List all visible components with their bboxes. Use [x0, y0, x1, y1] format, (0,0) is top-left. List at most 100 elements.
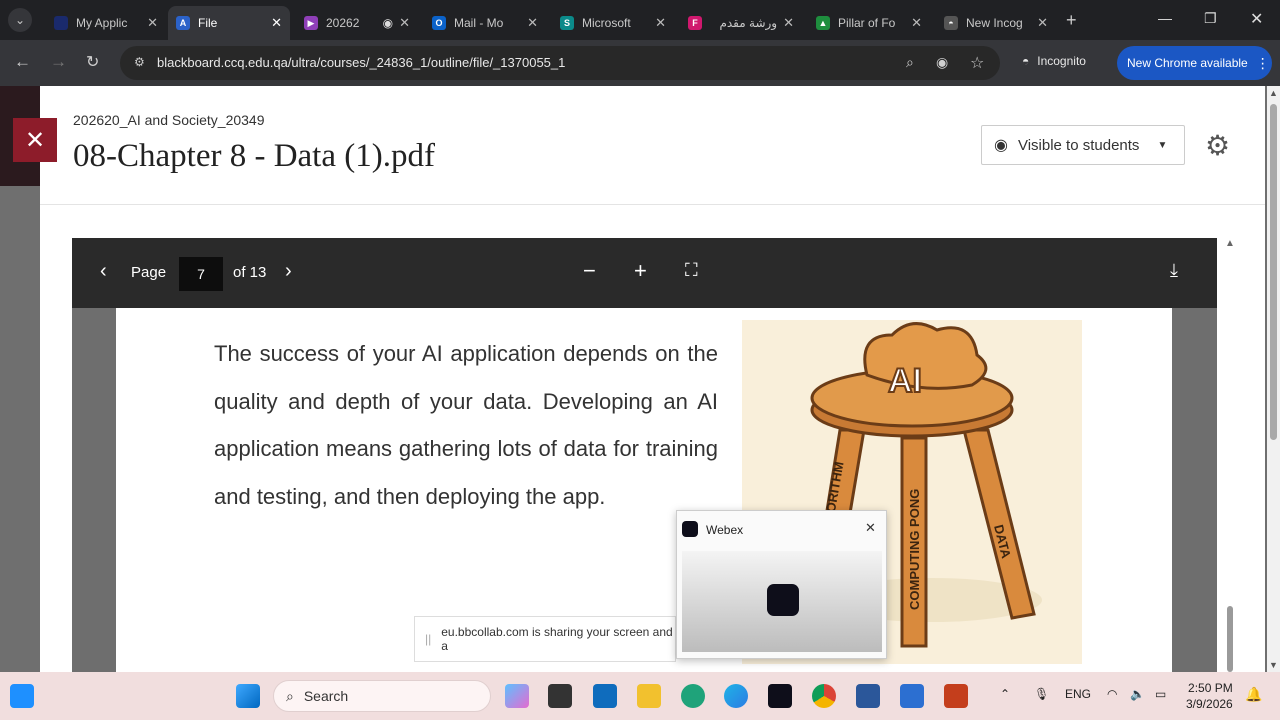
close-tab-icon[interactable]: ✕	[1037, 15, 1048, 31]
forms-favicon-icon: F	[688, 16, 702, 30]
minimize-icon[interactable]: —	[1158, 10, 1172, 26]
leg-middle-label: COMPUTING PONG	[907, 489, 922, 610]
previous-page-chevron-icon[interactable]: ‹	[100, 260, 107, 283]
gear-icon[interactable]: ⚙	[1205, 129, 1230, 162]
scroll-up-arrow-icon[interactable]: ▲	[1269, 88, 1278, 98]
taskbar-search[interactable]: ⌕ Search	[273, 680, 491, 712]
url-text[interactable]: blackboard.ccq.edu.qa/ultra/courses/_248…	[157, 55, 565, 70]
word-icon[interactable]	[856, 684, 880, 708]
viewer-scroll-thumb[interactable]	[1227, 606, 1233, 672]
file-explorer-icon[interactable]	[637, 684, 661, 708]
tab-microsoft[interactable]: S Microsoft ✕	[552, 6, 674, 40]
close-tab-icon[interactable]: ✕	[911, 15, 922, 31]
close-tab-icon[interactable]: ✕	[399, 15, 410, 31]
pdf-viewer: ‹ Page 7 of 13 › − + ⛶ ⤓ The success of …	[72, 238, 1217, 672]
show-hidden-icons-chevron-icon[interactable]: ⌃	[1000, 687, 1010, 701]
viewer-scrollbar[interactable]: ▲	[1223, 238, 1237, 672]
recording-icon: ◉	[382, 16, 394, 30]
close-tab-icon[interactable]: ✕	[783, 15, 794, 31]
next-page-chevron-icon[interactable]: ›	[285, 260, 292, 283]
course-name: 202620_AI and Society_20349	[73, 112, 265, 128]
fullscreen-icon[interactable]: ⛶	[685, 260, 698, 281]
scroll-down-arrow-icon[interactable]: ▼	[1269, 660, 1278, 670]
file-title: 08-Chapter 8 - Data (1).pdf	[73, 138, 435, 174]
page-number-input[interactable]: 7	[179, 257, 223, 291]
tab-favicon-icon: ▶	[304, 16, 318, 30]
language-indicator[interactable]: ENG	[1065, 687, 1091, 701]
windows-taskbar: ⌕ Search ⌃ 🎙 ENG ◠ 🔈 ▭ 2:50 PM 3/9/2026 …	[0, 672, 1280, 720]
site-settings-icon[interactable]: ⚙	[134, 55, 150, 71]
outlook-icon[interactable]	[593, 684, 617, 708]
page-scrollbar[interactable]: ▲ ▼	[1267, 86, 1280, 672]
copilot-icon[interactable]	[505, 684, 529, 708]
close-tab-icon[interactable]: ✕	[147, 15, 158, 31]
reload-icon[interactable]: ↻	[86, 52, 99, 72]
tracking-protection-eye-icon[interactable]: ◉	[936, 54, 948, 71]
clock-date: 3/9/2026	[1186, 697, 1233, 711]
drag-handle-icon[interactable]: ||	[425, 632, 431, 646]
tab-new-incognito[interactable]: ◓ New Incog ✕	[936, 6, 1056, 40]
tab-search-icon[interactable]: ⌄	[8, 8, 32, 32]
zoom-icon[interactable]: ⌕	[906, 54, 914, 71]
webex-preview-window[interactable]: Webex ✕	[676, 510, 887, 659]
notifications-bell-icon[interactable]: 🔔	[1245, 686, 1262, 703]
tab-favicon-icon	[54, 16, 68, 30]
zoom-out-icon[interactable]: −	[583, 258, 596, 284]
pdf-toolbar: ‹ Page 7 of 13 › − + ⛶ ⤓	[72, 238, 1217, 308]
sway-favicon-icon: S	[560, 16, 574, 30]
tab-my-applications[interactable]: My Applic ✕	[46, 6, 166, 40]
visibility-dropdown[interactable]: ◉ Visible to students ▼	[981, 125, 1185, 165]
chrome-icon[interactable]	[812, 684, 836, 708]
forward-arrow-icon[interactable]: →	[50, 52, 67, 72]
kebab-menu-icon[interactable]: ⋮	[1256, 55, 1270, 72]
clock[interactable]: 2:50 PM 3/9/2026	[1186, 680, 1233, 712]
microphone-icon[interactable]: 🎙	[1034, 687, 1049, 701]
tab-file[interactable]: A File ✕	[168, 6, 290, 40]
pdf-body-text: The success of your AI application depen…	[214, 341, 718, 509]
back-arrow-icon[interactable]: ←	[14, 52, 31, 72]
webex-title: Webex	[706, 523, 744, 537]
close-tab-icon[interactable]: ✕	[271, 15, 282, 31]
task-view-icon[interactable]	[548, 684, 572, 708]
drive-favicon-icon: ▲	[816, 16, 830, 30]
volume-icon[interactable]: 🔈	[1130, 687, 1145, 701]
eye-icon: ◉	[994, 137, 1008, 154]
webex-taskbar-icon[interactable]	[768, 684, 792, 708]
zoom-in-icon[interactable]: +	[634, 258, 647, 284]
wifi-icon[interactable]: ◠	[1107, 687, 1117, 701]
webex-app-icon	[767, 584, 799, 616]
screen-sharing-notice: || eu.bbcollab.com is sharing your scree…	[414, 616, 676, 662]
download-icon[interactable]: ⤓	[1170, 260, 1178, 281]
battery-icon[interactable]: ▭	[1155, 687, 1166, 701]
close-icon[interactable]: ✕	[865, 520, 876, 536]
outlook-favicon-icon: O	[432, 16, 446, 30]
start-windows-icon[interactable]	[236, 684, 260, 708]
tab-mail[interactable]: O Mail - Mo ✕	[424, 6, 546, 40]
restore-icon[interactable]: ❐	[1204, 10, 1217, 27]
notepad-icon[interactable]	[900, 684, 924, 708]
page-content: ✕ 202620_AI and Society_20349 08-Chapter…	[0, 86, 1280, 672]
widgets-icon[interactable]	[10, 684, 34, 708]
close-panel-button[interactable]: ✕	[13, 118, 57, 162]
stool-seat-label: AI	[888, 362, 922, 400]
address-bar[interactable]: ⚙ blackboard.ccq.edu.qa/ultra/courses/_2…	[120, 46, 1000, 80]
powerpoint-icon[interactable]	[944, 684, 968, 708]
tab-pillar[interactable]: ▲ Pillar of Fo ✕	[808, 6, 930, 40]
new-chrome-available-button[interactable]: New Chrome available ⋮	[1117, 46, 1272, 80]
clock-time: 2:50 PM	[1188, 681, 1233, 695]
tab-202620[interactable]: ▶ 20262 ◉ ✕	[296, 6, 418, 40]
app-icon[interactable]	[681, 684, 705, 708]
tab-strip: ⌄ My Applic ✕ A File ✕ ▶ 20262 ◉ ✕ O Mai…	[0, 0, 1280, 40]
scroll-up-arrow-icon[interactable]: ▲	[1225, 238, 1235, 249]
page-scroll-thumb[interactable]	[1270, 104, 1277, 440]
tab-workshop[interactable]: F ورشة مقدم ✕	[680, 6, 802, 40]
webex-thumbnail[interactable]	[682, 551, 882, 652]
close-tab-icon[interactable]: ✕	[655, 15, 666, 31]
incognito-indicator[interactable]: ◓ Incognito	[1022, 54, 1086, 68]
edge-icon[interactable]	[724, 684, 748, 708]
bookmark-star-icon[interactable]: ☆	[970, 53, 984, 73]
window-close-icon[interactable]: ✕	[1250, 9, 1263, 29]
new-tab-plus-icon[interactable]: +	[1066, 10, 1077, 31]
close-tab-icon[interactable]: ✕	[527, 15, 538, 31]
incognito-icon: ◓	[1022, 54, 1030, 68]
